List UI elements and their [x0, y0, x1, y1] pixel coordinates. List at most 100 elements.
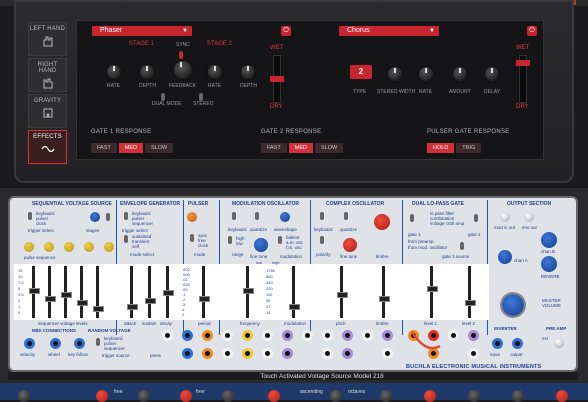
chorus-type-selector[interactable]: 2	[350, 65, 372, 79]
waveshape-knob[interactable]	[280, 212, 290, 222]
effect2-power-button[interactable]: ⏻	[527, 26, 537, 36]
keybed-knob[interactable]	[380, 390, 392, 402]
keybed-knob[interactable]	[96, 390, 108, 402]
lpg-gate2-toggle[interactable]	[474, 214, 478, 222]
patch-jack[interactable]	[342, 348, 353, 359]
random-trigger-toggle[interactable]	[96, 338, 100, 346]
patch-cable[interactable]	[406, 324, 446, 360]
period-slider[interactable]	[199, 266, 210, 318]
seq-slider-4[interactable]	[77, 266, 88, 318]
keybed-knob[interactable]	[468, 390, 480, 402]
gate2-slow-button[interactable]: SLOW	[315, 143, 344, 153]
patch-jack[interactable]	[302, 330, 313, 341]
velocity-jack[interactable]	[24, 338, 35, 349]
sidebar-item-effects[interactable]: EFFECTS	[28, 130, 67, 164]
effect2-type-dropdown[interactable]: Chorus ▼	[339, 26, 439, 36]
complex-keyboard-toggle[interactable]	[320, 212, 324, 220]
patch-jack[interactable]	[468, 330, 479, 341]
patch-jack[interactable]	[262, 330, 273, 341]
pre-amp-knob[interactable]	[554, 338, 564, 348]
sync-toggle[interactable]	[179, 51, 183, 59]
modosc-keyboard-toggle[interactable]	[232, 212, 236, 220]
patch-jack[interactable]	[222, 348, 233, 359]
env-mode-toggle[interactable]	[124, 235, 128, 243]
gate1-slow-button[interactable]: SLOW	[145, 143, 174, 153]
range-toggle[interactable]	[228, 236, 232, 244]
effect1-feedback-knob[interactable]	[174, 61, 192, 79]
seq-slider-1[interactable]	[29, 266, 40, 318]
gate1-med-button[interactable]: MED	[118, 143, 143, 153]
patch-jack[interactable]	[342, 330, 353, 341]
patch-jack[interactable]	[242, 330, 253, 341]
modosc-quantize-toggle[interactable]	[255, 212, 259, 220]
seq-slider-3[interactable]	[61, 266, 72, 318]
keybed-knob[interactable]	[18, 390, 30, 402]
reverb-knob[interactable]	[541, 256, 557, 272]
sidebar-item-gravity[interactable]: GRAVITY	[28, 94, 67, 128]
keybed-knob[interactable]	[556, 390, 568, 402]
patch-jack[interactable]	[362, 330, 373, 341]
master-volume-knob[interactable]	[502, 294, 524, 316]
modulation-slider[interactable]	[289, 266, 300, 318]
sustain-slider[interactable]	[145, 266, 156, 318]
pulser-knob[interactable]	[187, 212, 197, 222]
chan-a-knob[interactable]	[498, 250, 512, 264]
seq-clock-toggle[interactable]	[28, 212, 32, 220]
mod-in-knob[interactable]	[500, 212, 510, 222]
effect2-wet-dry-fader[interactable]	[516, 55, 530, 103]
gate3-source-toggle[interactable]	[460, 242, 464, 250]
patch-jack[interactable]	[468, 348, 479, 359]
pitch-slider[interactable]	[337, 266, 348, 318]
patch-jack[interactable]	[282, 348, 293, 359]
level1-slider[interactable]	[427, 266, 438, 318]
pulse-seq-knob-3[interactable]	[64, 242, 74, 252]
keybed-knob[interactable]	[424, 390, 436, 402]
stereo-toggle[interactable]	[199, 93, 203, 101]
keybed-knob[interactable]	[138, 390, 150, 402]
patch-jack[interactable]	[282, 330, 293, 341]
attack-slider[interactable]	[127, 266, 138, 318]
inverter-output-jack[interactable]	[512, 338, 523, 349]
gate1-fast-button[interactable]: FAST	[91, 143, 117, 153]
effect1-depth1-knob[interactable]	[140, 65, 154, 79]
patch-jack[interactable]	[448, 330, 459, 341]
pulse-seq-knob-1[interactable]	[24, 242, 34, 252]
effect1-rate2-knob[interactable]	[208, 65, 222, 79]
complex-quantize-toggle[interactable]	[344, 212, 348, 220]
lpg-gate1-toggle[interactable]	[410, 214, 414, 222]
patch-jack[interactable]	[202, 330, 213, 341]
patch-jack[interactable]	[222, 330, 233, 341]
decay-slider[interactable]	[163, 266, 174, 318]
pulse-seq-knob-4[interactable]	[84, 242, 94, 252]
effect2-stereo-width-knob[interactable]	[388, 67, 402, 81]
sidebar-item-left-hand[interactable]: LEFT HAND	[28, 22, 67, 56]
pulse-seq-knob-5[interactable]	[104, 242, 114, 252]
frequency-slider[interactable]	[243, 266, 254, 318]
keybed-knob[interactable]	[268, 390, 280, 402]
effect2-delay-knob[interactable]	[485, 67, 499, 81]
seq-slider-2[interactable]	[45, 266, 56, 318]
patch-jack[interactable]	[382, 348, 393, 359]
sidebar-item-right-hand[interactable]: RIGHT HAND	[28, 58, 67, 92]
timbre-slider[interactable]	[379, 266, 390, 318]
patch-jack[interactable]	[382, 330, 393, 341]
complex-fine-tune-knob[interactable]	[343, 238, 357, 252]
pulser-hold-button[interactable]: HOLD	[427, 143, 455, 153]
keybed-knob[interactable]	[180, 390, 192, 402]
stages-toggle[interactable]	[106, 213, 110, 221]
patch-jack[interactable]	[182, 330, 193, 341]
keybed-knob[interactable]	[512, 390, 524, 402]
inverter-input-jack[interactable]	[492, 338, 503, 349]
patch-jack[interactable]	[262, 348, 273, 359]
env-trigger-toggle[interactable]	[124, 212, 128, 220]
level2-slider[interactable]	[465, 266, 476, 318]
effect1-depth2-knob[interactable]	[241, 65, 255, 79]
patch-jack[interactable]	[322, 330, 333, 341]
effect1-wet-dry-fader[interactable]	[270, 55, 284, 103]
patch-jack[interactable]	[162, 330, 173, 341]
dual-mode-toggle[interactable]	[161, 93, 165, 101]
keybed-knob[interactable]	[330, 390, 342, 402]
patch-jack[interactable]	[242, 348, 253, 359]
modosc-modulation-toggle[interactable]	[278, 236, 282, 244]
effect2-rate-knob[interactable]	[419, 67, 433, 81]
